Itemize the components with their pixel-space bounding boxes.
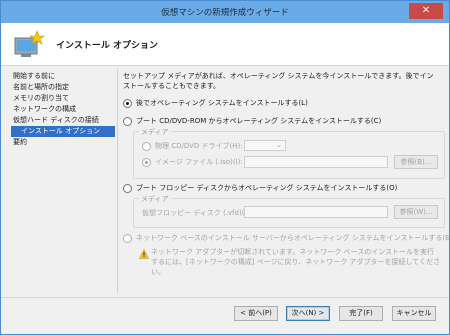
physical-drive-label: 物理 CD/DVD ドライブ(H): <box>155 142 243 150</box>
title-bar: 仮想マシンの新規作成ウィザード ✕ <box>1 1 449 23</box>
radio-install-later-label: 後でオペレーティング システムをインストールする(L) <box>136 99 308 107</box>
nav-item-virtual-disk[interactable]: 仮想ハード ディスクの接続 <box>11 115 115 126</box>
wizard-steps-nav: 開始する前に 名前と場所の指定 メモリの割り当て ネットワークの構成 仮想ハード… <box>11 71 115 148</box>
close-button[interactable]: ✕ <box>409 3 443 19</box>
page-header: インストール オプション <box>1 23 449 66</box>
radio-install-floppy[interactable] <box>123 183 132 193</box>
image-file-label: イメージ ファイル (.iso)(I): <box>155 158 243 166</box>
page-title: インストール オプション <box>56 41 158 51</box>
nav-item-install-options[interactable]: インストール オプション <box>11 126 115 137</box>
radio-install-network-row[interactable]: ネットワーク ベースのインストール サーバーからオペレーティング システムをイン… <box>123 233 450 243</box>
vfd-label: 仮想フロッピー ディスク (.vfd)(V): <box>142 209 255 217</box>
floppy-media-group: メディア 仮想フロッピー ディスク (.vfd)(V): 参照(W)... <box>133 194 445 228</box>
intro-text: セットアップ メディアがあれば、オペレーティング システムを今インストールできま… <box>123 72 434 90</box>
physical-drive-select[interactable]: ⌄ <box>244 140 286 151</box>
nav-separator <box>117 69 118 293</box>
nav-item-summary[interactable]: 要約 <box>11 137 115 148</box>
radio-physical-drive-row[interactable]: 物理 CD/DVD ドライブ(H): <box>142 141 243 151</box>
wizard-window: 仮想マシンの新規作成ウィザード ✕ インストール オプション 開始する前に 名前… <box>0 0 450 335</box>
nav-item-before-you-begin[interactable]: 開始する前に <box>11 71 115 82</box>
vfd-file-input[interactable] <box>244 206 388 218</box>
browse-iso-button[interactable]: 参照(B)... <box>394 155 438 169</box>
next-button[interactable]: 次へ(N) > <box>286 306 330 321</box>
radio-image-file-row[interactable]: イメージ ファイル (.iso)(I): <box>142 157 243 167</box>
cd-media-group: メディア 物理 CD/DVD ドライブ(H): ⌄ イメージ ファイル (.is… <box>133 127 445 179</box>
cd-media-label: メディア <box>139 127 171 137</box>
browse-vfd-button[interactable]: 参照(W)... <box>394 205 438 219</box>
radio-install-cd[interactable] <box>123 116 132 126</box>
finish-button[interactable]: 完了(F) <box>339 306 383 321</box>
radio-image-file[interactable] <box>142 157 151 167</box>
radio-install-network-label: ネットワーク ベースのインストール サーバーからオペレーティング システムをイン… <box>136 234 450 242</box>
radio-install-cd-row[interactable]: ブート CD/DVD-ROM からオペレーティング システムをインストールする(… <box>123 116 381 126</box>
radio-install-later[interactable] <box>123 98 132 108</box>
network-warning-text: ネットワーク アダプターが切断されています。ネットワーク ベースのインストールを… <box>151 248 441 276</box>
window-title: 仮想マシンの新規作成ウィザード <box>161 8 289 18</box>
radio-install-floppy-label: ブート フロッピー ディスクからオペレーティング システムをインストールする(O… <box>136 184 398 192</box>
chevron-down-icon: ⌄ <box>276 141 282 149</box>
nav-item-memory[interactable]: メモリの割り当て <box>11 93 115 104</box>
radio-install-floppy-row[interactable]: ブート フロッピー ディスクからオペレーティング システムをインストールする(O… <box>123 183 397 193</box>
wizard-computer-icon <box>14 30 45 57</box>
nav-item-network[interactable]: ネットワークの構成 <box>11 104 115 115</box>
footer-divider <box>1 297 449 298</box>
back-button[interactable]: < 前へ(P) <box>234 306 278 321</box>
image-file-input[interactable] <box>244 156 388 168</box>
radio-physical-drive[interactable] <box>142 141 151 151</box>
cancel-button[interactable]: キャンセル <box>392 306 436 321</box>
radio-install-network[interactable] <box>123 233 132 243</box>
radio-install-later-row[interactable]: 後でオペレーティング システムをインストールする(L) <box>123 98 308 108</box>
radio-install-cd-label: ブート CD/DVD-ROM からオペレーティング システムをインストールする(… <box>136 117 382 125</box>
nav-item-name-location[interactable]: 名前と場所の指定 <box>11 82 115 93</box>
warning-icon <box>139 249 149 259</box>
floppy-media-label: メディア <box>139 194 171 204</box>
